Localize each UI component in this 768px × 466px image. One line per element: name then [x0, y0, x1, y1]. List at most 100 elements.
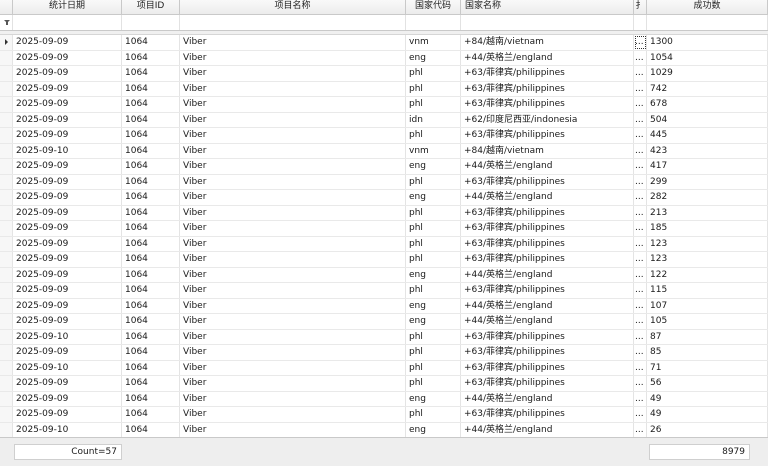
- table-row[interactable]: 2025-09-09 1064 Viber phl +63/菲律宾/philippine…: [0, 236, 768, 252]
- cell-date[interactable]: 2025-09-10: [13, 143, 122, 158]
- cell-country-code[interactable]: vnm: [406, 143, 461, 158]
- filter-cell-truncated[interactable]: [634, 15, 647, 30]
- cell-country-name[interactable]: +44/英格兰/england: [461, 314, 634, 329]
- cell-truncated[interactable]: ...: [634, 50, 647, 65]
- cell-country-name[interactable]: +63/菲律宾/philippines: [461, 205, 634, 220]
- table-row[interactable]: 2025-09-09 1064 Viber eng +44/英格兰/england...…: [0, 190, 768, 206]
- cell-date[interactable]: 2025-09-09: [13, 174, 122, 189]
- cell-date[interactable]: 2025-09-09: [13, 81, 122, 96]
- cell-success-count[interactable]: 299: [647, 174, 768, 189]
- filter-cell-project-name[interactable]: [180, 15, 406, 30]
- cell-success-count[interactable]: 71: [647, 360, 768, 375]
- cell-project-id[interactable]: 1064: [122, 376, 180, 391]
- cell-date[interactable]: 2025-09-09: [13, 221, 122, 236]
- cell-project-id[interactable]: 1064: [122, 391, 180, 406]
- cell-project-name[interactable]: Viber: [180, 345, 406, 360]
- cell-date[interactable]: 2025-09-09: [13, 391, 122, 406]
- filter-cell-country-code[interactable]: [406, 15, 461, 30]
- cell-project-name[interactable]: Viber: [180, 159, 406, 174]
- table-row[interactable]: 2025-09-09 1064 Viber phl +63/菲律宾/philippine…: [0, 66, 768, 82]
- cell-project-id[interactable]: 1064: [122, 236, 180, 251]
- cell-truncated[interactable]: ...: [634, 205, 647, 220]
- cell-date[interactable]: 2025-09-09: [13, 112, 122, 127]
- table-row[interactable]: 2025-09-10 1064 Viber phl +63/菲律宾/philippine…: [0, 329, 768, 345]
- cell-success-count[interactable]: 107: [647, 298, 768, 313]
- cell-project-name[interactable]: Viber: [180, 50, 406, 65]
- row-indicator[interactable]: [0, 236, 13, 251]
- row-indicator[interactable]: [0, 314, 13, 329]
- row-indicator[interactable]: [0, 391, 13, 406]
- cell-project-id[interactable]: 1064: [122, 190, 180, 205]
- cell-date[interactable]: 2025-09-09: [13, 236, 122, 251]
- cell-country-name[interactable]: +63/菲律宾/philippines: [461, 360, 634, 375]
- row-indicator[interactable]: [0, 81, 13, 96]
- cell-date[interactable]: 2025-09-10: [13, 360, 122, 375]
- cell-project-id[interactable]: 1064: [122, 143, 180, 158]
- cell-success-count[interactable]: 742: [647, 81, 768, 96]
- cell-project-id[interactable]: 1064: [122, 314, 180, 329]
- column-header-country-code[interactable]: 国家代码: [406, 0, 461, 14]
- row-indicator[interactable]: [0, 360, 13, 375]
- cell-success-count[interactable]: 56: [647, 376, 768, 391]
- cell-project-name[interactable]: Viber: [180, 221, 406, 236]
- cell-success-count[interactable]: 49: [647, 407, 768, 422]
- table-row[interactable]: 2025-09-09 1064 Viber eng +44/英格兰/england...…: [0, 159, 768, 175]
- cell-country-name[interactable]: +63/菲律宾/philippines: [461, 407, 634, 422]
- cell-country-code[interactable]: phl: [406, 252, 461, 267]
- filter-cell-success-count[interactable]: [647, 15, 768, 30]
- cell-country-name[interactable]: +63/菲律宾/philippines: [461, 236, 634, 251]
- cell-success-count[interactable]: 417: [647, 159, 768, 174]
- cell-truncated[interactable]: ...: [634, 267, 647, 282]
- cell-country-name[interactable]: +63/菲律宾/philippines: [461, 66, 634, 81]
- cell-date[interactable]: 2025-09-09: [13, 97, 122, 112]
- table-row[interactable]: 2025-09-09 1064 Viber eng +44/英格兰/england...…: [0, 314, 768, 330]
- table-row[interactable]: 2025-09-09 1064 Viber eng +44/英格兰/england...…: [0, 50, 768, 66]
- cell-project-name[interactable]: Viber: [180, 422, 406, 437]
- cell-project-id[interactable]: 1064: [122, 283, 180, 298]
- cell-country-name[interactable]: +44/英格兰/england: [461, 50, 634, 65]
- cell-country-code[interactable]: phl: [406, 376, 461, 391]
- row-indicator[interactable]: [0, 407, 13, 422]
- cell-country-name[interactable]: +63/菲律宾/philippines: [461, 376, 634, 391]
- cell-project-name[interactable]: Viber: [180, 190, 406, 205]
- table-row[interactable]: 2025-09-10 1064 Viber vnm +84/越南/vietnam... 4…: [0, 143, 768, 159]
- cell-truncated[interactable]: ...: [634, 221, 647, 236]
- table-row[interactable]: 2025-09-09 1064 Viber phl +63/菲律宾/philippine…: [0, 81, 768, 97]
- cell-success-count[interactable]: 445: [647, 128, 768, 143]
- cell-truncated[interactable]: ...: [634, 143, 647, 158]
- cell-success-count[interactable]: 122: [647, 267, 768, 282]
- cell-success-count[interactable]: 49: [647, 391, 768, 406]
- table-row[interactable]: 2025-09-09 1064 Viber phl +63/菲律宾/philippine…: [0, 407, 768, 423]
- cell-truncated[interactable]: ...: [634, 174, 647, 189]
- cell-country-name[interactable]: +44/英格兰/england: [461, 190, 634, 205]
- cell-project-name[interactable]: Viber: [180, 252, 406, 267]
- cell-date[interactable]: 2025-09-09: [13, 252, 122, 267]
- cell-success-count[interactable]: 423: [647, 143, 768, 158]
- cell-truncated[interactable]: ...: [634, 376, 647, 391]
- cell-country-name[interactable]: +63/菲律宾/philippines: [461, 345, 634, 360]
- row-indicator[interactable]: [0, 298, 13, 313]
- row-indicator[interactable]: [0, 283, 13, 298]
- cell-success-count[interactable]: 1029: [647, 66, 768, 81]
- row-indicator[interactable]: [0, 174, 13, 189]
- column-header-success-count[interactable]: 成功数: [647, 0, 768, 14]
- table-row[interactable]: 2025-09-09 1064 Viber phl +63/菲律宾/philippine…: [0, 128, 768, 144]
- table-row[interactable]: 2025-09-09 1064 Viber vnm +84/越南/vietnam... 1…: [0, 35, 768, 51]
- cell-project-id[interactable]: 1064: [122, 252, 180, 267]
- filter-cell-project-id[interactable]: [122, 15, 180, 30]
- table-row[interactable]: 2025-09-09 1064 Viber phl +63/菲律宾/philippine…: [0, 174, 768, 190]
- cell-country-code[interactable]: eng: [406, 298, 461, 313]
- cell-country-code[interactable]: eng: [406, 391, 461, 406]
- cell-project-name[interactable]: Viber: [180, 407, 406, 422]
- row-indicator[interactable]: [0, 159, 13, 174]
- row-indicator[interactable]: [0, 112, 13, 127]
- cell-truncated[interactable]: ...: [634, 236, 647, 251]
- cell-date[interactable]: 2025-09-09: [13, 66, 122, 81]
- cell-success-count[interactable]: 123: [647, 252, 768, 267]
- table-row[interactable]: 2025-09-10 1064 Viber phl +63/菲律宾/philippine…: [0, 360, 768, 376]
- cell-country-code[interactable]: eng: [406, 314, 461, 329]
- cell-country-name[interactable]: +44/英格兰/england: [461, 298, 634, 313]
- cell-date[interactable]: 2025-09-09: [13, 159, 122, 174]
- cell-project-id[interactable]: 1064: [122, 174, 180, 189]
- cell-success-count[interactable]: 678: [647, 97, 768, 112]
